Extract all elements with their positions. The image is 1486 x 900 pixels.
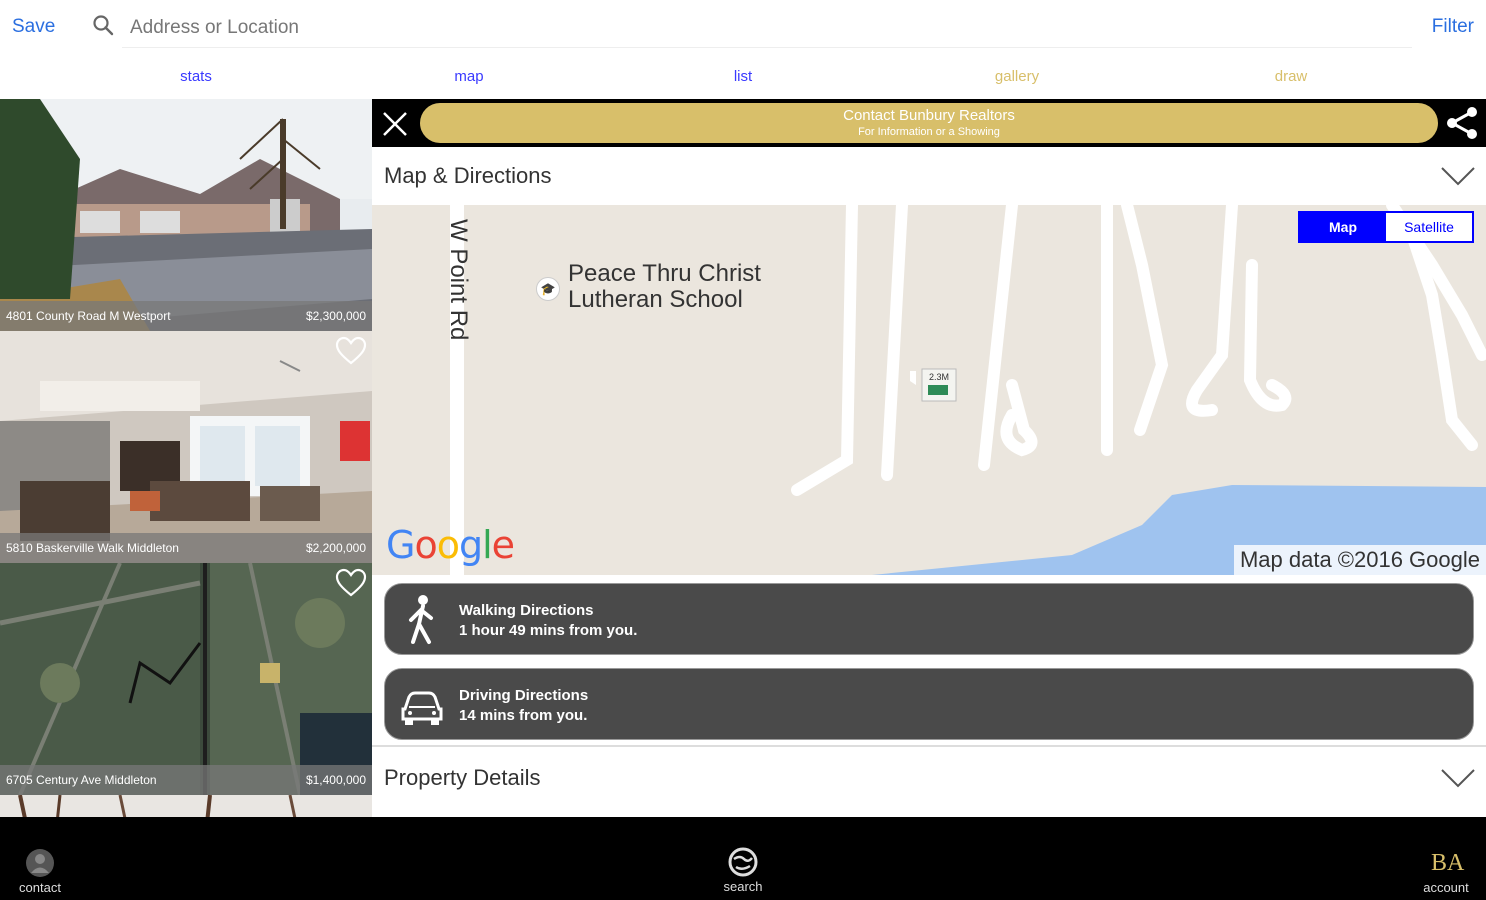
- driving-directions-title: Driving Directions: [459, 687, 589, 704]
- listing-price: $1,400,000: [305, 773, 366, 787]
- google-logo: Google: [386, 523, 515, 567]
- walking-directions-time: 1 hour 49 mins from you.: [459, 622, 638, 639]
- listing-list: 4801 County Road M Westport $2,300,000 5…: [0, 99, 372, 842]
- listing-price: $2,300,000: [305, 309, 366, 323]
- car-icon: [401, 691, 443, 725]
- nav-search-label: search: [723, 879, 763, 894]
- person-icon: [26, 849, 54, 877]
- list-item[interactable]: 4801 County Road M Westport $2,300,000: [0, 99, 372, 331]
- map-directions-header[interactable]: Map & Directions: [372, 147, 1486, 205]
- listing-address: 4801 County Road M Westport: [6, 309, 171, 323]
- listing-photo: [0, 563, 372, 795]
- close-icon[interactable]: [380, 109, 410, 139]
- tab-gallery[interactable]: gallery: [917, 68, 1117, 85]
- list-item[interactable]: 6705 Century Ave Middleton $1,400,000: [0, 563, 372, 795]
- contact-title: Contact Bunbury Realtors: [843, 107, 1015, 124]
- chevron-down-icon: [1441, 769, 1475, 788]
- heart-icon[interactable]: [334, 335, 368, 367]
- listing-address: 5810 Baskerville Walk Middleton: [6, 541, 179, 555]
- map-view[interactable]: W Point Rd 🎓 Peace Thru Christ Lutheran …: [372, 205, 1486, 575]
- school-icon: 🎓: [536, 277, 560, 301]
- nav-contact[interactable]: contact: [0, 848, 80, 895]
- driving-directions-time: 14 mins from you.: [459, 707, 588, 724]
- account-logo-icon: BA: [1431, 850, 1465, 876]
- tab-list[interactable]: list: [643, 68, 843, 85]
- property-detail-panel: Contact Bunbury Realtors For Information…: [372, 99, 1486, 817]
- contact-subtitle: For Information or a Showing: [858, 126, 1000, 138]
- property-details-header[interactable]: Property Details: [372, 749, 1486, 807]
- listing-photo: [0, 331, 372, 563]
- share-icon[interactable]: [1444, 105, 1480, 141]
- search-icon: [93, 15, 114, 36]
- tab-map[interactable]: map: [369, 68, 569, 85]
- tab-stats[interactable]: stats: [96, 68, 296, 85]
- contact-bar: Contact Bunbury Realtors For Information…: [372, 99, 1486, 147]
- poi-label: Peace Thru Christ Lutheran School: [568, 260, 761, 313]
- svg-text:2.3M: 2.3M: [929, 372, 949, 382]
- globe-search-icon: [728, 847, 758, 877]
- listing-caption: 4801 County Road M Westport $2,300,000: [0, 301, 372, 331]
- walking-person-icon: [409, 595, 433, 644]
- section-title: Property Details: [384, 765, 541, 790]
- driving-directions-button[interactable]: Driving Directions 14 mins from you.: [384, 668, 1474, 740]
- divider: [372, 745, 1486, 747]
- map-type-map-button[interactable]: Map: [1300, 213, 1386, 241]
- nav-account-label: account: [1423, 880, 1469, 895]
- road-label: W Point Rd: [445, 219, 472, 341]
- chevron-down-icon: [1441, 167, 1475, 186]
- listing-address: 6705 Century Ave Middleton: [6, 773, 157, 787]
- walking-directions-button[interactable]: Walking Directions 1 hour 49 mins from y…: [384, 583, 1474, 655]
- listing-caption: 5810 Baskerville Walk Middleton $2,200,0…: [0, 533, 372, 563]
- property-marker-icon[interactable]: 2.3M: [906, 363, 960, 419]
- listing-price: $2,200,000: [305, 541, 366, 555]
- tab-draw[interactable]: draw: [1191, 68, 1391, 85]
- nav-account[interactable]: BA account: [1406, 848, 1486, 895]
- nav-contact-label: contact: [19, 880, 61, 895]
- map-attribution: Map data ©2016 Google: [1233, 545, 1486, 575]
- listing-caption: 6705 Century Ave Middleton $1,400,000: [0, 765, 372, 795]
- search-input[interactable]: [122, 8, 1412, 48]
- heart-icon[interactable]: [334, 567, 368, 599]
- view-tabs: stats map list gallery draw: [0, 56, 1486, 100]
- filter-button[interactable]: Filter: [1432, 16, 1474, 38]
- section-title: Map & Directions: [384, 163, 552, 188]
- listing-photo: [0, 99, 372, 331]
- contact-realtors-button[interactable]: Contact Bunbury Realtors For Information…: [420, 103, 1438, 143]
- walking-directions-title: Walking Directions: [459, 602, 594, 619]
- save-button[interactable]: Save: [12, 16, 55, 38]
- list-item[interactable]: 5810 Baskerville Walk Middleton $2,200,0…: [0, 331, 372, 563]
- map-type-satellite-button[interactable]: Satellite: [1386, 213, 1472, 241]
- map-type-toggle: Map Satellite: [1298, 211, 1474, 243]
- top-bar: Save Filter: [0, 0, 1486, 56]
- nav-search[interactable]: search: [703, 847, 783, 894]
